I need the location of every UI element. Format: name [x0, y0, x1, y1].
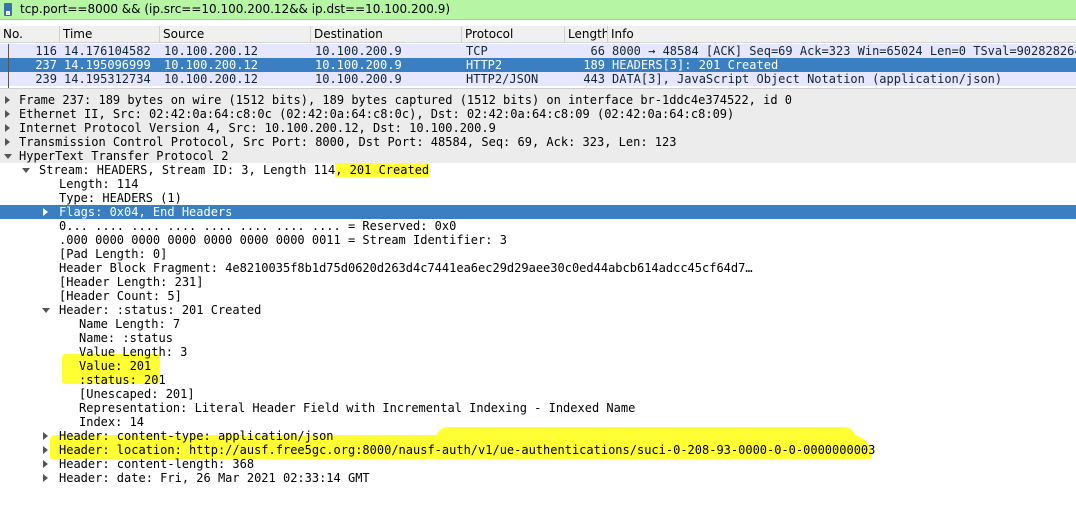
packet-time: 14.195312734	[64, 72, 151, 86]
tree-item-status-value[interactable]: :status: 201	[0, 373, 1076, 387]
packet-details-pane: Frame 237: 189 bytes on wire (1512 bits)…	[0, 93, 1076, 511]
expand-icon[interactable]	[43, 460, 48, 468]
tree-item-frame[interactable]: Frame 237: 189 bytes on wire (1512 bits)…	[0, 93, 1076, 107]
packet-info: DATA[3], JavaScript Object Notation (app…	[612, 72, 1003, 86]
packet-length: 189	[583, 58, 605, 72]
tree-item[interactable]: Representation: Literal Header Field wit…	[0, 401, 1076, 415]
tree-item[interactable]: Name Length: 7	[0, 317, 1076, 331]
bookmark-icon[interactable]	[4, 3, 12, 16]
expand-icon[interactable]	[43, 208, 48, 216]
tree-item[interactable]: [Header Count: 5]	[0, 289, 1076, 303]
column-header-time[interactable]: Time	[60, 26, 160, 42]
packet-source: 10.100.200.12	[164, 58, 258, 72]
display-filter-input[interactable]: tcp.port==8000 && (ip.src==10.100.200.12…	[20, 2, 450, 16]
column-header-protocol[interactable]: Protocol	[462, 26, 565, 42]
packet-time: 14.176104582	[64, 44, 151, 58]
tree-item-tcp[interactable]: Transmission Control Protocol, Src Port:…	[0, 135, 1076, 149]
packet-source: 10.100.200.12	[164, 72, 258, 86]
tree-item[interactable]: Index: 14	[0, 415, 1076, 429]
packet-row[interactable]: 239 14.195312734 10.100.200.12 10.100.20…	[0, 72, 1076, 86]
expand-icon[interactable]	[43, 446, 48, 454]
packet-protocol: HTTP2	[466, 58, 503, 72]
column-header-destination[interactable]: Destination	[311, 26, 462, 42]
packet-destination: 10.100.200.9	[315, 72, 402, 86]
tree-item-status-header[interactable]: Header: :status: 201 Created	[0, 303, 1076, 317]
tree-item-content-length[interactable]: Header: content-length: 368	[0, 457, 1076, 471]
packet-list-header: No. Time Source Destination Protocol Len…	[0, 26, 1076, 43]
tree-item[interactable]: 0... .... .... .... .... .... .... .... …	[0, 219, 1076, 233]
tree-item[interactable]: Name: :status	[0, 331, 1076, 345]
display-filter-bar[interactable]: tcp.port==8000 && (ip.src==10.100.200.12…	[0, 0, 1076, 20]
expand-icon[interactable]	[5, 138, 10, 146]
stream-status-highlight: , 201 Created	[335, 163, 430, 177]
column-header-no[interactable]: No.	[0, 26, 60, 42]
expand-icon[interactable]	[5, 124, 10, 132]
packet-info: HEADERS[3]: 201 Created	[612, 58, 779, 72]
tree-item-date[interactable]: Header: date: Fri, 26 Mar 2021 02:33:14 …	[0, 471, 1076, 485]
expand-icon[interactable]	[5, 110, 10, 118]
packet-row[interactable]: 116 14.176104582 10.100.200.12 10.100.20…	[0, 44, 1076, 58]
related-packet-marker	[8, 44, 9, 88]
tree-item[interactable]: Header Block Fragment: 4e8210035f8b1d75d…	[0, 261, 1076, 275]
packet-row-selected[interactable]: 237 14.195096999 10.100.200.12 10.100.20…	[0, 58, 1076, 72]
tree-item[interactable]: [Unescaped: 201]	[0, 387, 1076, 401]
tree-item[interactable]: Type: HEADERS (1)	[0, 191, 1076, 205]
tree-item[interactable]: Value Length: 3	[0, 345, 1076, 359]
packet-length: 66	[590, 44, 605, 58]
tree-item-location[interactable]: Header: location: http://ausf.free5gc.or…	[0, 443, 1076, 457]
tree-item[interactable]: [Header Length: 231]	[0, 275, 1076, 289]
tree-item-value[interactable]: Value: 201	[0, 359, 1076, 373]
tree-item-ip[interactable]: Internet Protocol Version 4, Src: 10.100…	[0, 121, 1076, 135]
expand-icon[interactable]	[43, 432, 48, 440]
packet-length: 443	[583, 72, 605, 86]
tree-item-flags-selected[interactable]: Flags: 0x04, End Headers	[0, 205, 1076, 219]
packet-time: 14.195096999	[64, 58, 151, 72]
collapse-icon[interactable]	[4, 154, 12, 159]
tree-item[interactable]: [Pad Length: 0]	[0, 247, 1076, 261]
stream-label: Stream: HEADERS, Stream ID: 3, Length 11…	[39, 163, 336, 177]
packet-info: 8000 → 48584 [ACK] Seq=69 Ack=323 Win=65…	[612, 44, 1076, 58]
column-header-length[interactable]: Length	[565, 26, 608, 42]
collapse-icon[interactable]	[22, 168, 30, 173]
expand-icon[interactable]	[5, 96, 10, 104]
tree-item-ethernet[interactable]: Ethernet II, Src: 02:42:0a:64:c8:0c (02:…	[0, 107, 1076, 121]
collapse-icon[interactable]	[42, 308, 50, 313]
packet-destination: 10.100.200.9	[315, 44, 402, 58]
packet-protocol: HTTP2/JSON	[466, 72, 539, 86]
tree-item-http2[interactable]: HyperText Transfer Protocol 2	[0, 149, 1076, 163]
tree-item-stream[interactable]: Stream: HEADERS, Stream ID: 3, Length 11…	[0, 163, 1076, 177]
column-header-info[interactable]: Info	[608, 26, 1076, 42]
expand-icon[interactable]	[43, 474, 48, 482]
tree-item[interactable]: .000 0000 0000 0000 0000 0000 0000 0011 …	[0, 233, 1076, 247]
tree-item-content-type[interactable]: Header: content-type: application/json	[0, 429, 1076, 443]
packet-destination: 10.100.200.9	[315, 58, 402, 72]
packet-source: 10.100.200.12	[164, 44, 258, 58]
column-header-source[interactable]: Source	[160, 26, 311, 42]
tree-item[interactable]: Length: 114	[0, 177, 1076, 191]
packet-protocol: TCP	[466, 44, 488, 58]
